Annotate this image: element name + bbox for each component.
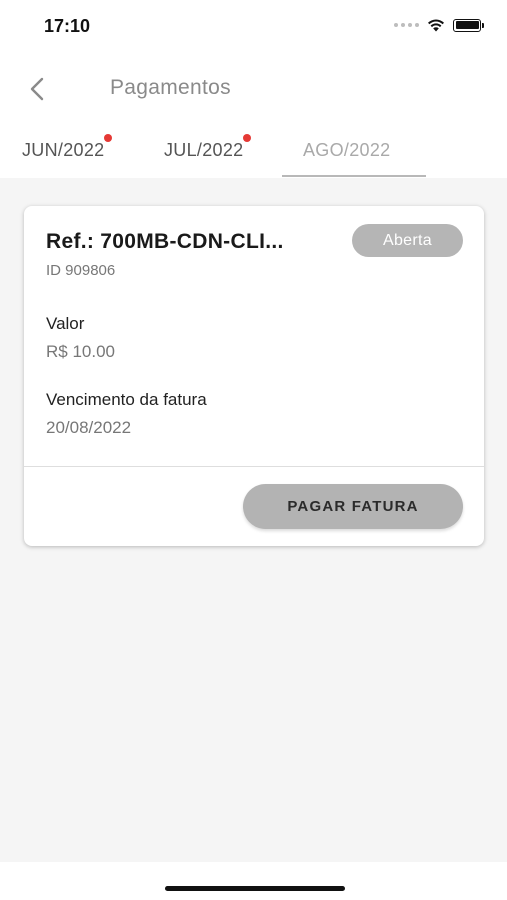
header: Pagamentos (0, 64, 507, 112)
home-area (0, 862, 507, 900)
invoice-reference: Ref.: 700MB-CDN-CLI... (46, 230, 284, 253)
tab-label: AGO/2022 (303, 140, 391, 160)
tab-label: JUL/2022 (164, 140, 244, 160)
due-date-label: Vencimento da fatura (46, 390, 207, 409)
cellular-signal-icon (394, 23, 419, 27)
invoice-id: ID 909806 (46, 262, 116, 279)
status-icons (394, 18, 484, 32)
month-tabs: JUN/2022 JUL/2022 AGO/2022 (0, 128, 507, 178)
tab-label: JUN/2022 (22, 140, 105, 160)
active-tab-indicator (282, 175, 426, 177)
chevron-left-icon (30, 77, 44, 101)
tab-jul-2022[interactable]: JUL/2022 (164, 134, 252, 161)
tab-ago-2022[interactable]: AGO/2022 (303, 140, 390, 161)
home-indicator[interactable] (165, 886, 345, 891)
tab-jun-2022[interactable]: JUN/2022 (22, 134, 113, 161)
notification-dot (243, 134, 252, 142)
status-badge: Aberta (352, 224, 463, 257)
battery-icon (453, 18, 484, 32)
wifi-icon (428, 19, 444, 32)
page-title: Pagamentos (110, 76, 231, 99)
card-divider (24, 466, 484, 467)
back-button[interactable] (22, 74, 52, 104)
notification-dot (104, 134, 113, 142)
status-bar: 17:10 (0, 0, 507, 56)
due-date-value: 20/08/2022 (46, 418, 132, 437)
pay-invoice-button[interactable]: PAGAR FATURA (243, 484, 463, 529)
invoice-card: Ref.: 700MB-CDN-CLI... Aberta ID 909806 … (24, 206, 484, 546)
status-time: 17:10 (44, 16, 91, 36)
value-label: Valor (46, 314, 85, 333)
value-amount: R$ 10.00 (46, 342, 115, 361)
